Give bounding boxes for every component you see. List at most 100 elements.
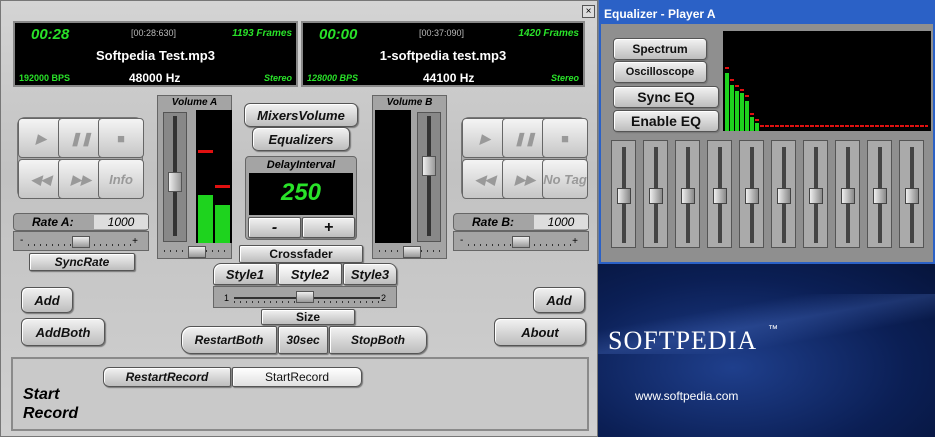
mixers-volume-button[interactable]: MixersVolume <box>244 103 358 127</box>
sync-eq-button[interactable]: Sync EQ <box>613 86 719 108</box>
player-a-time: 00:28 <box>31 26 70 43</box>
spectrum-bar <box>735 91 739 131</box>
volume-a-panel: Volume A <box>157 95 232 259</box>
rate-a-slider[interactable] <box>72 236 90 248</box>
player-b-transport: ▶ ❚❚ ■ ◀◀ ▶▶ No Tag <box>461 117 588 199</box>
volume-a-meter <box>196 110 232 243</box>
player-b-time: 00:00 <box>319 26 358 43</box>
spectrum-bar <box>745 101 749 131</box>
start-record-button[interactable]: StartRecord <box>232 367 362 387</box>
rate-b-label: Rate B: <box>472 215 515 229</box>
eq-band-2[interactable] <box>643 140 668 248</box>
delay-minus-button[interactable]: - <box>248 217 301 238</box>
brand-url: www.softpedia.com <box>635 389 739 403</box>
eq-band-8[interactable] <box>835 140 860 248</box>
volume-a-slider[interactable] <box>168 172 182 192</box>
spectrum-bar <box>750 117 754 131</box>
spectrum-bar <box>725 73 729 131</box>
rate-b-slider-panel: - + <box>453 231 589 251</box>
player-b-mode: Stereo <box>550 73 579 83</box>
stop-a-button[interactable]: ■ <box>98 118 144 158</box>
sync-rate-button[interactable]: SyncRate <box>29 253 135 271</box>
delay-display: 250 <box>249 173 353 215</box>
brand-background: SOFTPEDIA ™ www.softpedia.com <box>598 264 935 437</box>
30sec-button[interactable]: 30sec <box>278 326 328 354</box>
volume-a-meter-left <box>198 195 213 243</box>
crossfader-button[interactable]: Crossfader <box>239 245 363 263</box>
volume-b-meter <box>375 110 411 243</box>
delay-plus-button[interactable]: + <box>302 217 355 238</box>
eq-band-5[interactable] <box>739 140 764 248</box>
player-a-bps: 192000 BPS <box>19 73 71 83</box>
rate-a-label: Rate A: <box>32 215 74 229</box>
style3-button[interactable]: Style3 <box>343 263 397 285</box>
style2-button[interactable]: Style2 <box>278 263 342 285</box>
eq-band-3[interactable] <box>675 140 700 248</box>
balance-a-slider[interactable] <box>188 246 206 258</box>
delay-value: 250 <box>280 179 322 206</box>
eq-band-6[interactable] <box>771 140 796 248</box>
restart-both-button[interactable]: RestartBoth <box>181 326 277 354</box>
rate-a-plus: + <box>132 236 138 247</box>
no-tag-button[interactable]: No Tag <box>542 159 588 199</box>
spectrum-bar <box>740 93 744 131</box>
eq-band-10[interactable] <box>899 140 924 248</box>
volume-a-label: Volume A <box>171 97 218 108</box>
delay-label: DelayInterval <box>266 159 336 171</box>
player-b-hz: 44100 Hz <box>423 71 475 85</box>
add-both-button[interactable]: AddBoth <box>21 318 105 346</box>
volume-b-panel: Volume B <box>372 95 447 259</box>
close-button[interactable]: × <box>582 5 595 18</box>
start-record-label: Start Record <box>23 386 79 422</box>
eq-band-4[interactable] <box>707 140 732 248</box>
equalizer-title: Equalizer - Player A <box>601 2 933 24</box>
info-button[interactable]: Info <box>98 159 144 199</box>
rate-a-minus: - <box>20 235 24 246</box>
equalizers-button[interactable]: Equalizers <box>252 127 350 151</box>
add-left-button[interactable]: Add <box>21 287 73 313</box>
player-b-timecode: [00:37:090] <box>419 28 465 38</box>
record-panel: Start Record RestartRecord StartRecord <box>11 357 589 431</box>
balance-b-slider[interactable] <box>403 246 421 258</box>
volume-a-meter-right <box>215 205 230 243</box>
crossfader-min: 1 <box>224 293 230 303</box>
spectrum-bar <box>755 123 759 131</box>
player-a-frames: 1193 Frames <box>232 28 292 39</box>
spectrum-bar <box>730 85 734 131</box>
spectrum-button[interactable]: Spectrum <box>613 38 707 60</box>
size-button[interactable]: Size <box>261 309 355 325</box>
eq-band-9[interactable] <box>867 140 892 248</box>
enable-eq-button[interactable]: Enable EQ <box>613 110 719 132</box>
volume-b-slider[interactable] <box>422 156 436 176</box>
player-a-timecode: [00:28:630] <box>131 28 177 38</box>
eq-band-1[interactable] <box>611 140 636 248</box>
rate-b-slider[interactable] <box>512 236 530 248</box>
about-button[interactable]: About <box>494 318 586 346</box>
player-a-mode: Stereo <box>263 73 292 83</box>
delay-panel: DelayInterval 250 - + <box>245 156 357 240</box>
player-b-display: 00:00 [00:37:090] 1420 Frames 1-softpedi… <box>301 21 585 87</box>
rate-b-plus: + <box>572 236 578 247</box>
stop-b-button[interactable]: ■ <box>542 118 588 158</box>
brand-logo: SOFTPEDIA <box>608 326 758 355</box>
player-b-bps: 128000 BPS <box>307 73 359 83</box>
player-a-display: 00:28 [00:28:630] 1193 Frames Softpedia … <box>13 21 298 87</box>
player-a-transport: ▶ ❚❚ ■ ◀◀ ▶▶ Info <box>17 117 144 199</box>
rate-b-minus: - <box>460 235 464 246</box>
crossfader-max: 2 <box>380 293 386 303</box>
oscilloscope-button[interactable]: Oscilloscope <box>613 61 707 83</box>
player-a-hz: 48000 Hz <box>129 71 181 85</box>
restart-record-button[interactable]: RestartRecord <box>103 367 231 387</box>
rate-b-box: Rate B: 1000 <box>453 213 589 231</box>
player-b-filename: 1-softpedia test.mp3 <box>379 48 507 63</box>
crossfader-slider[interactable] <box>296 291 314 303</box>
add-right-button[interactable]: Add <box>533 287 585 313</box>
crossfader-panel: 1 2 <box>213 286 397 308</box>
player-a-filename: Softpedia Test.mp3 <box>96 48 215 63</box>
stop-both-button[interactable]: StopBoth <box>329 326 427 354</box>
volume-b-label: Volume B <box>386 97 433 108</box>
eq-band-7[interactable] <box>803 140 828 248</box>
rate-a-slider-panel: - + <box>13 231 149 251</box>
player-b-frames: 1420 Frames <box>518 28 579 39</box>
style1-button[interactable]: Style1 <box>213 263 277 285</box>
